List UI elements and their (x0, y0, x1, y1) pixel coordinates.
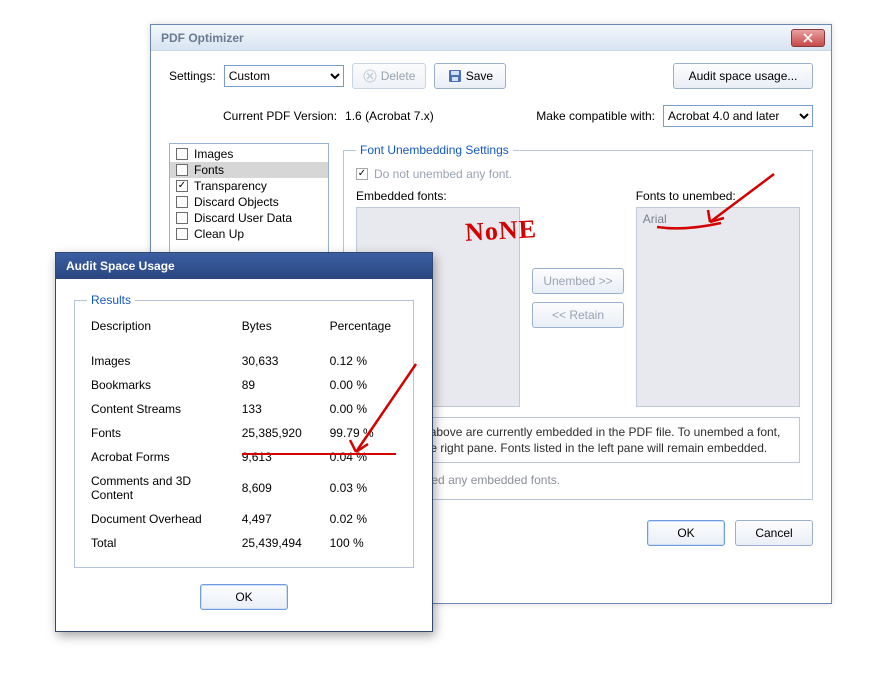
delete-icon (363, 69, 377, 83)
dont-unembed-checkbox[interactable] (356, 168, 368, 180)
category-label: Discard Objects (194, 195, 279, 209)
category-checkbox[interactable] (176, 148, 188, 160)
cancel-button[interactable]: Cancel (735, 520, 813, 546)
category-label: Clean Up (194, 227, 244, 241)
cell-desc: Total (87, 531, 238, 555)
cell-bytes: 25,385,920 (238, 421, 326, 445)
col-percentage: Percentage (326, 315, 401, 349)
category-item[interactable]: Discard Objects (170, 194, 328, 210)
category-label: Images (194, 147, 233, 161)
category-item[interactable]: Clean Up (170, 226, 328, 242)
cell-pct: 99.79 % (326, 421, 401, 445)
category-item[interactable]: Discard User Data (170, 210, 328, 226)
category-label: Transparency (194, 179, 267, 193)
tounembed-list[interactable]: Arial (636, 207, 800, 407)
audit-title: Audit Space Usage (66, 259, 175, 273)
cell-bytes: 9,613 (238, 445, 326, 469)
cell-desc: Bookmarks (87, 373, 238, 397)
table-row: Document Overhead4,4970.02 % (87, 507, 401, 531)
category-checkbox[interactable] (176, 196, 188, 208)
settings-select[interactable]: Custom (224, 65, 344, 87)
col-description: Description (87, 315, 238, 349)
audit-ok-button[interactable]: OK (200, 584, 288, 610)
fonts-settings-legend: Font Unembedding Settings (356, 143, 513, 157)
cell-desc: Document Overhead (87, 507, 238, 531)
table-row: Total25,439,494100 % (87, 531, 401, 555)
cell-bytes: 25,439,494 (238, 531, 326, 555)
results-fieldset: Results Description Bytes Percentage Ima… (74, 293, 414, 568)
compat-select[interactable]: Acrobat 4.0 and later (663, 105, 813, 127)
cell-desc: Images (87, 349, 238, 373)
category-item[interactable]: Fonts (170, 162, 328, 178)
settings-label: Settings: (169, 69, 216, 83)
embedded-fonts-label: Embedded fonts: (356, 189, 520, 203)
list-item[interactable]: Arial (643, 212, 793, 226)
category-item[interactable]: Transparency (170, 178, 328, 194)
results-legend: Results (87, 293, 135, 307)
col-bytes: Bytes (238, 315, 326, 349)
table-row: Content Streams1330.00 % (87, 397, 401, 421)
category-checkbox[interactable] (176, 164, 188, 176)
table-row: Images30,6330.12 % (87, 349, 401, 373)
titlebar: PDF Optimizer (151, 25, 831, 51)
compat-label: Make compatible with: (536, 109, 655, 123)
save-icon (448, 69, 462, 83)
table-row: Fonts25,385,92099.79 % (87, 421, 401, 445)
cell-pct: 0.04 % (326, 445, 401, 469)
category-label: Discard User Data (194, 211, 292, 225)
cell-pct: 0.12 % (326, 349, 401, 373)
cell-pct: 0.00 % (326, 397, 401, 421)
table-row: Comments and 3D Content8,6090.03 % (87, 469, 401, 507)
cell-desc: Content Streams (87, 397, 238, 421)
table-row: Acrobat Forms9,6130.04 % (87, 445, 401, 469)
cell-pct: 0.03 % (326, 469, 401, 507)
cell-desc: Comments and 3D Content (87, 469, 238, 507)
cell-bytes: 30,633 (238, 349, 326, 373)
cell-bytes: 8,609 (238, 469, 326, 507)
cell-bytes: 133 (238, 397, 326, 421)
category-label: Fonts (194, 163, 224, 177)
retain-button[interactable]: << Retain (532, 302, 623, 328)
window-close-button[interactable] (791, 29, 825, 47)
audit-space-usage-window: Audit Space Usage Results Description By… (55, 252, 433, 632)
dont-unembed-label: Do not unembed any font. (374, 167, 512, 181)
tounembed-label: Fonts to unembed: (636, 189, 800, 203)
current-version-label: Current PDF Version: (223, 109, 337, 123)
category-checkbox[interactable] (176, 180, 188, 192)
category-item[interactable]: Images (170, 146, 328, 162)
cell-pct: 0.02 % (326, 507, 401, 531)
cell-bytes: 4,497 (238, 507, 326, 531)
cell-desc: Fonts (87, 421, 238, 445)
save-button[interactable]: Save (434, 63, 506, 89)
table-row: Bookmarks890.00 % (87, 373, 401, 397)
cell-pct: 100 % (326, 531, 401, 555)
audit-titlebar: Audit Space Usage (56, 253, 432, 279)
current-version-value: 1.6 (Acrobat 7.x) (345, 109, 434, 123)
cell-desc: Acrobat Forms (87, 445, 238, 469)
delete-button[interactable]: Delete (352, 63, 427, 89)
cell-pct: 0.00 % (326, 373, 401, 397)
window-title: PDF Optimizer (161, 31, 244, 45)
unembed-button[interactable]: Unembed >> (532, 268, 623, 294)
results-table: Description Bytes Percentage Images30,63… (87, 315, 401, 555)
ok-button[interactable]: OK (647, 520, 725, 546)
close-icon (803, 33, 813, 43)
category-checkbox[interactable] (176, 212, 188, 224)
audit-space-usage-button[interactable]: Audit space usage... (673, 63, 813, 89)
cell-bytes: 89 (238, 373, 326, 397)
category-checkbox[interactable] (176, 228, 188, 240)
